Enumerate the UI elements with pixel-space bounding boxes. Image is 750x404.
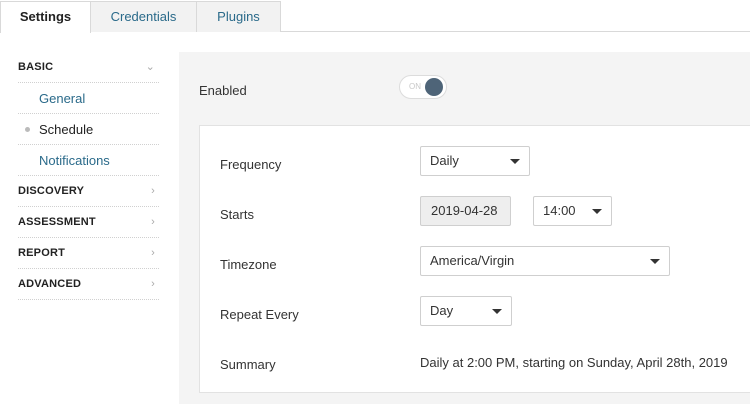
sidebar: BASIC ⌄ General Schedule Notifications D… [18,52,159,300]
sidebar-item-label: Notifications [39,153,110,168]
sidebar-section-label: ADVANCED [18,278,82,290]
repeat-every-select[interactable]: Day [420,296,512,326]
tab-credentials[interactable]: Credentials [90,1,197,32]
schedule-settings-area: Enabled ON Frequency Daily Starts 2019-0… [179,52,750,404]
toggle-knob [425,78,443,96]
sidebar-item-label: General [39,91,86,106]
timezone-value: America/Virgin [430,253,515,268]
sidebar-section-label: DISCOVERY [18,185,85,197]
caret-down-icon [650,259,660,264]
sidebar-section-label: REPORT [18,247,66,259]
sidebar-section-discovery[interactable]: DISCOVERY › [18,176,159,207]
sidebar-item-notifications[interactable]: Notifications [18,145,159,176]
repeat-every-label: Repeat Every [220,307,299,322]
caret-down-icon [510,159,520,164]
sidebar-section-report[interactable]: REPORT › [18,238,159,269]
chevron-right-icon: › [151,278,155,290]
sidebar-item-schedule[interactable]: Schedule [18,114,159,145]
caret-down-icon [492,309,502,314]
schedule-panel: Frequency Daily Starts 2019-04-28 14:00 … [199,125,750,393]
enabled-label: Enabled [199,83,247,98]
sidebar-item-general[interactable]: General [18,83,159,114]
chevron-right-icon: › [151,185,155,197]
chevron-right-icon: › [151,247,155,259]
timezone-select[interactable]: America/Virgin [420,246,670,276]
chevron-right-icon: › [151,216,155,228]
summary-label: Summary [220,357,276,372]
frequency-label: Frequency [220,157,282,172]
toggle-text: ON [409,82,421,91]
start-date-field[interactable]: 2019-04-28 [420,196,511,226]
repeat-every-value: Day [430,303,454,318]
starts-label: Starts [220,207,254,222]
frequency-value: Daily [430,153,459,168]
start-time-select[interactable]: 14:00 [533,196,612,226]
sidebar-section-basic[interactable]: BASIC ⌄ [18,52,159,83]
frequency-select[interactable]: Daily [420,146,530,176]
chevron-down-icon: ⌄ [145,61,155,73]
sidebar-section-label: BASIC [18,61,54,73]
tab-plugins[interactable]: Plugins [196,1,281,32]
current-item-dot-icon [25,127,30,132]
start-date-value: 2019-04-28 [431,203,498,218]
start-time-value: 14:00 [543,203,576,218]
sidebar-item-label: Schedule [39,122,94,137]
sidebar-section-assessment[interactable]: ASSESSMENT › [18,207,159,238]
sidebar-section-label: ASSESSMENT [18,216,96,228]
timezone-label: Timezone [220,257,277,272]
caret-down-icon [592,209,602,214]
sidebar-section-advanced[interactable]: ADVANCED › [18,269,159,300]
summary-text: Daily at 2:00 PM, starting on Sunday, Ap… [420,355,728,370]
tab-bar: Settings Credentials Plugins [0,0,750,33]
enabled-toggle[interactable]: ON [399,75,447,99]
tab-settings[interactable]: Settings [0,1,91,33]
